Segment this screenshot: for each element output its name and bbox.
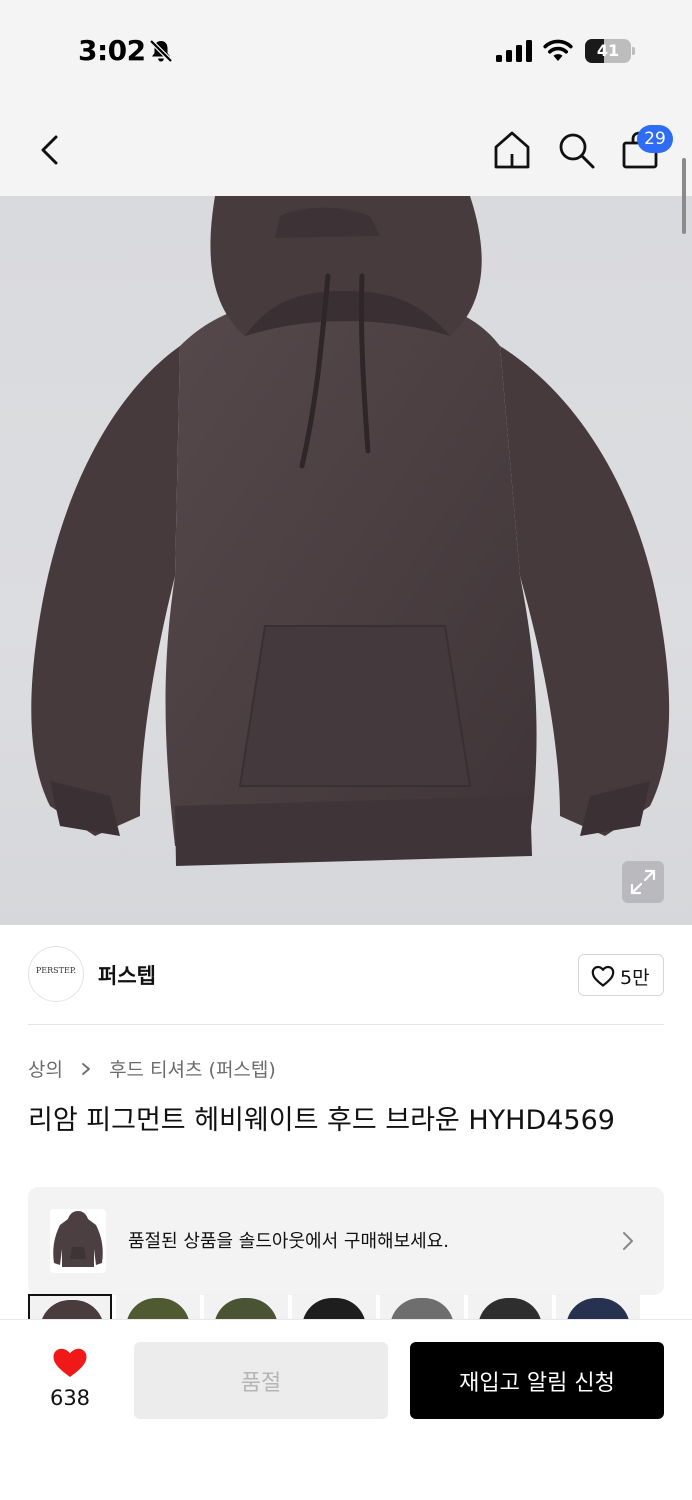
soldout-banner-text: 품절된 상품을 솔드아웃에서 구매해보세요. bbox=[128, 1231, 449, 1252]
breadcrumb-category[interactable]: 상의 bbox=[28, 1059, 63, 1081]
hoodie-thumbnail-image bbox=[53, 1211, 103, 1267]
product-title: 리암 피그먼트 헤비웨이트 후드 브라운 HYHD4569 bbox=[28, 1105, 615, 1136]
expand-arrows-icon bbox=[630, 869, 656, 895]
brand-logo-text: PERSTEP. bbox=[35, 966, 77, 975]
soldout-button: 품절 bbox=[134, 1342, 388, 1419]
back-arrow-icon[interactable] bbox=[30, 130, 70, 170]
swatch-hoodie-image bbox=[566, 1298, 630, 1320]
color-swatch[interactable] bbox=[292, 1294, 376, 1320]
status-bar: 3:02 41 bbox=[0, 0, 692, 100]
product-thumbnail bbox=[50, 1209, 106, 1273]
brand-like-count: 5만 bbox=[620, 967, 650, 989]
swatch-hoodie-image bbox=[126, 1298, 190, 1320]
wifi-icon bbox=[543, 39, 573, 61]
heart-filled-icon[interactable] bbox=[52, 1347, 88, 1379]
wish-count: 638 bbox=[49, 1386, 91, 1410]
color-swatch[interactable] bbox=[204, 1294, 288, 1320]
heart-outline-icon bbox=[591, 965, 615, 987]
product-image[interactable] bbox=[0, 196, 692, 925]
hoodie-illustration bbox=[31, 196, 670, 866]
status-time: 3:02 bbox=[78, 34, 146, 67]
swatch-hoodie-image bbox=[390, 1298, 454, 1320]
swatch-hoodie-image bbox=[40, 1300, 104, 1320]
breadcrumb-subcategory[interactable]: 후드 티셔츠 (퍼스텝) bbox=[109, 1059, 276, 1081]
top-nav-bar bbox=[0, 100, 692, 196]
color-swatch[interactable] bbox=[380, 1294, 464, 1320]
color-swatch[interactable] bbox=[468, 1294, 552, 1320]
expand-image-button[interactable] bbox=[622, 861, 664, 903]
chevron-right-icon bbox=[82, 1062, 90, 1075]
bell-off-icon bbox=[149, 39, 173, 63]
divider bbox=[28, 1024, 664, 1025]
scroll-indicator bbox=[682, 158, 686, 234]
battery-body: 41 bbox=[585, 39, 631, 63]
battery-percent: 41 bbox=[596, 41, 620, 60]
soldout-banner[interactable]: 품절된 상품을 솔드아웃에서 구매해보세요. bbox=[28, 1187, 664, 1295]
cart-count-badge: 29 bbox=[637, 125, 673, 153]
color-option-list bbox=[28, 1294, 668, 1320]
brand-like-button[interactable]: 5만 bbox=[578, 954, 664, 996]
home-icon[interactable] bbox=[492, 130, 532, 170]
brand-name[interactable]: 퍼스텝 bbox=[98, 960, 156, 990]
color-swatch[interactable] bbox=[556, 1294, 640, 1320]
color-swatch[interactable] bbox=[28, 1294, 112, 1320]
color-swatch[interactable] bbox=[116, 1294, 200, 1320]
battery-tip bbox=[632, 47, 635, 55]
cellular-signal-icon bbox=[496, 40, 532, 62]
restock-alert-button[interactable]: 재입고 알림 신청 bbox=[410, 1342, 664, 1419]
swatch-hoodie-image bbox=[302, 1298, 366, 1320]
breadcrumb: 상의 후드 티셔츠 (퍼스텝) bbox=[28, 1055, 276, 1083]
search-icon[interactable] bbox=[556, 130, 596, 170]
brand-logo[interactable]: PERSTEP. bbox=[28, 946, 84, 1002]
swatch-hoodie-image bbox=[478, 1298, 542, 1320]
swatch-hoodie-image bbox=[214, 1298, 278, 1320]
chevron-right-icon bbox=[623, 1232, 633, 1250]
battery-indicator: 41 bbox=[585, 39, 635, 63]
